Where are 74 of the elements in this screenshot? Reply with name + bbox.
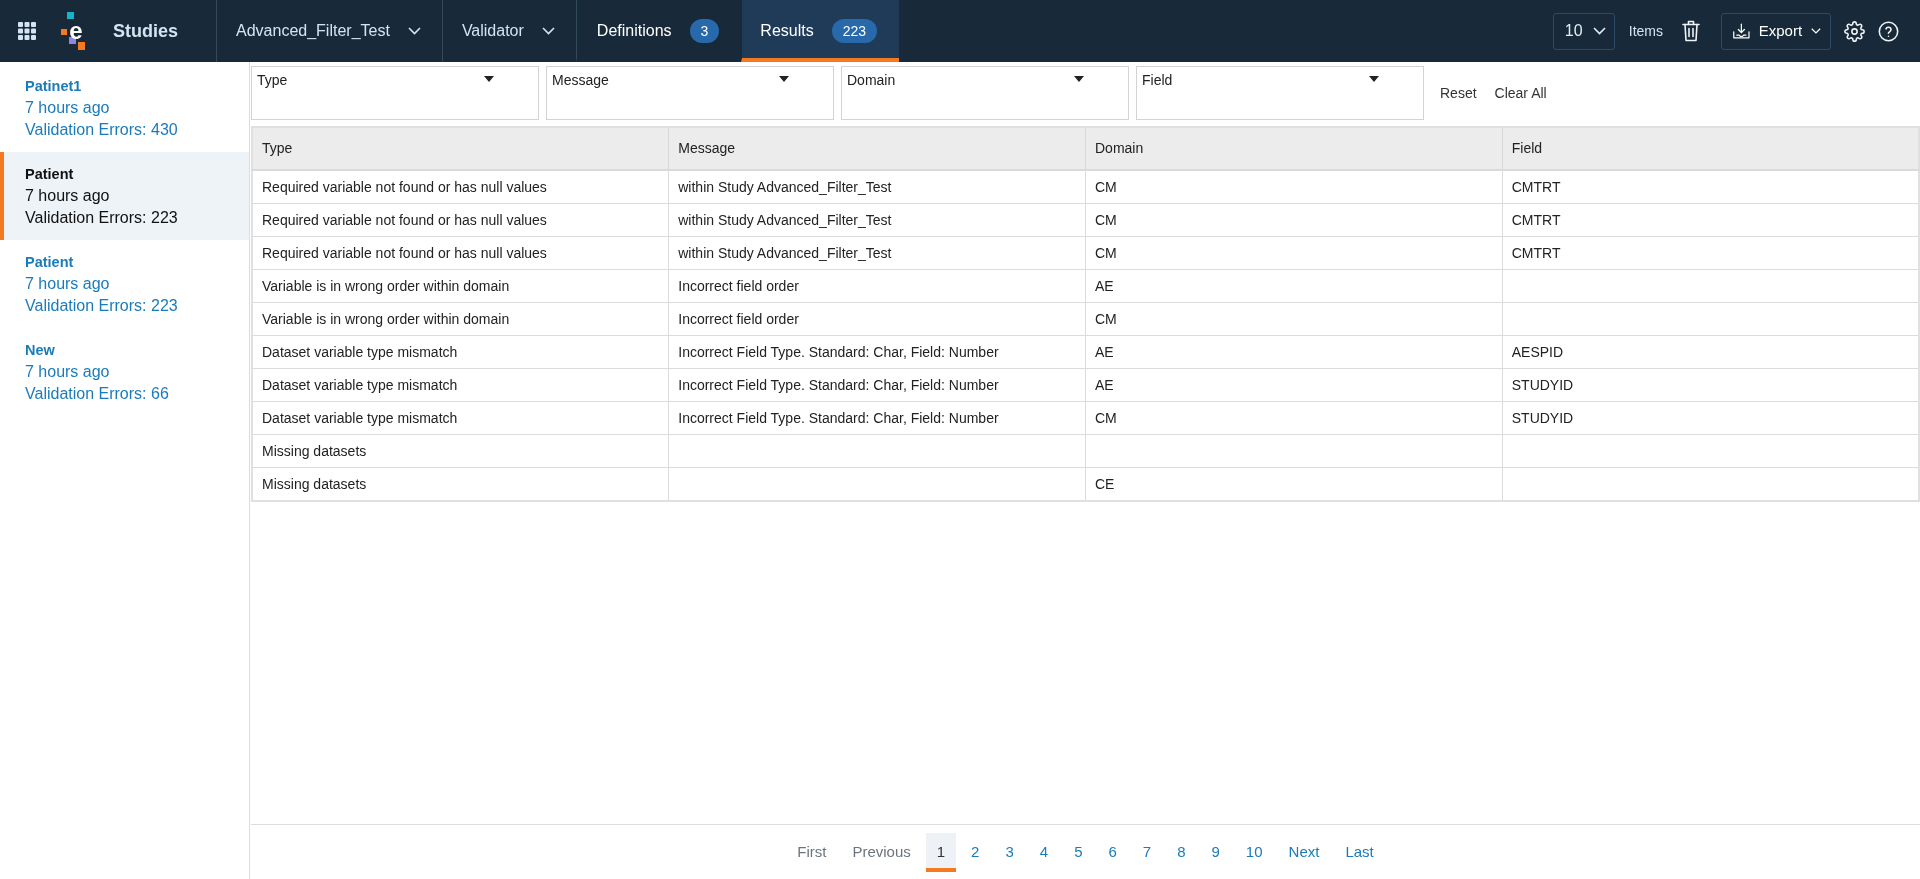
filter-action-link[interactable]: Clear All (1492, 82, 1549, 104)
chevron-down-icon (407, 27, 421, 35)
page-link[interactable]: 10 (1234, 833, 1274, 872)
table-cell: Incorrect field order (668, 302, 1086, 336)
table-cell: Required variable not found or has null values (252, 203, 669, 237)
table-cell: Dataset variable type mismatch (252, 335, 669, 369)
export-button[interactable]: Export (1721, 12, 1831, 50)
page-link[interactable]: 8 (1166, 833, 1197, 872)
settings-icon[interactable] (1844, 20, 1865, 42)
page-link[interactable]: 9 (1200, 833, 1231, 872)
table-cell: within Study Advanced_Filter_Test (668, 170, 1086, 204)
items-label: Items (1628, 21, 1663, 41)
table-cell: CM (1085, 401, 1503, 435)
table-cell: Required variable not found or has null values (252, 170, 669, 204)
table-cell: AE (1085, 269, 1503, 303)
sidebar-item[interactable]: Patinet1 7 hours ago Validation Errors: 430 (0, 64, 249, 152)
column-header: Message (668, 127, 1086, 170)
table-cell: Missing datasets (252, 434, 669, 468)
table-cell: within Study Advanced_Filter_Test (668, 236, 1086, 270)
sidebar-item[interactable]: New 7 hours ago Validation Errors: 66 (0, 328, 249, 416)
chevron-down-icon (1592, 27, 1606, 35)
table-cell: AE (1085, 368, 1503, 402)
chevron-down-icon (541, 27, 555, 35)
page-link[interactable]: 3 (994, 833, 1025, 872)
table-cell: Variable is in wrong order within domain (252, 302, 669, 336)
page-link[interactable]: 7 (1131, 833, 1163, 872)
chevron-down-icon (1811, 27, 1821, 35)
nav-tab[interactable]: Definitions 3 (575, 0, 742, 62)
page-size-select[interactable]: 10 (1552, 12, 1615, 50)
caret-down-icon (779, 76, 789, 82)
page-link[interactable]: 6 (1097, 833, 1128, 872)
column-header: Type (252, 127, 669, 170)
table-cell: CM (1085, 203, 1503, 237)
trash-icon[interactable] (1682, 20, 1700, 42)
page-link[interactable]: 1 (925, 833, 957, 872)
selector-dropdown[interactable]: Validator (441, 0, 576, 62)
nav-tab[interactable]: Results 223 (741, 0, 900, 62)
help-icon[interactable] (1878, 20, 1899, 42)
table-cell: Dataset variable type mismatch (252, 401, 669, 435)
page-link[interactable]: 2 (960, 833, 991, 872)
table-cell: Incorrect Field Type. Standard: Char, Field: Number (668, 401, 1086, 435)
filter-dropdown[interactable]: Field (1136, 66, 1424, 120)
table-cell: CM (1085, 170, 1503, 204)
table-cell: Incorrect field order (668, 269, 1086, 303)
caret-down-icon (484, 76, 494, 82)
column-header: Domain (1085, 127, 1503, 170)
column-header: Field (1502, 127, 1919, 170)
table-cell: Required variable not found or has null values (252, 236, 669, 270)
filter-action-link[interactable]: Reset (1438, 82, 1479, 104)
app-title: Studies (113, 19, 178, 43)
filter-dropdown[interactable]: Type (251, 66, 539, 120)
table-cell: Variable is in wrong order within domain (252, 269, 669, 303)
table-cell: Dataset variable type mismatch (252, 368, 669, 402)
caret-down-icon (1369, 76, 1379, 82)
grid-icon[interactable] (18, 22, 36, 40)
table-cell: CM (1085, 302, 1503, 336)
count-badge: 3 (689, 19, 720, 43)
table-cell: CM (1085, 236, 1503, 270)
table-cell: AE (1085, 335, 1503, 369)
page-link[interactable]: 5 (1063, 833, 1094, 872)
page-link[interactable]: 4 (1028, 833, 1060, 872)
download-icon (1733, 21, 1750, 41)
count-badge: 223 (831, 19, 878, 43)
caret-down-icon (1074, 76, 1084, 82)
table-cell: Incorrect Field Type. Standard: Char, Field: Number (668, 335, 1086, 369)
app-logo: e (61, 12, 89, 50)
page-link[interactable]: Last (1334, 833, 1385, 872)
table-cell: Incorrect Field Type. Standard: Char, Field: Number (668, 368, 1086, 402)
page-link[interactable]: Next (1277, 833, 1331, 872)
filter-dropdown[interactable]: Message (546, 66, 834, 120)
sidebar-item[interactable]: Patient 7 hours ago Validation Errors: 223 (0, 152, 249, 240)
sidebar-item[interactable]: Patient 7 hours ago Validation Errors: 223 (0, 240, 249, 328)
filter-dropdown[interactable]: Domain (841, 66, 1129, 120)
table-cell: within Study Advanced_Filter_Test (668, 203, 1086, 237)
